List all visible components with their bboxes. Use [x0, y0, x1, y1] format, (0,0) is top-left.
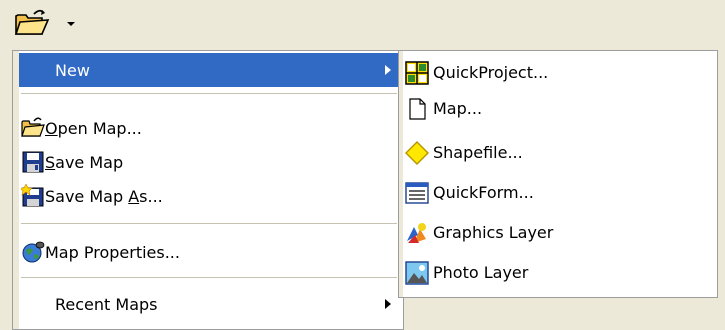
menu-separator [21, 223, 397, 224]
submenu-item-photo-layer[interactable]: Photo Layer [403, 255, 717, 291]
submenu-item-label: QuickProject... [433, 63, 549, 82]
new-submenu: QuickProject... Map... Shapefile... Quic… [398, 50, 718, 298]
file-menu: New Open Map... Save Map Save Map As... … [12, 50, 404, 330]
menu-separator [21, 277, 397, 278]
submenu-item-quickform[interactable]: QuickForm... [403, 175, 717, 211]
mnemonic: O [45, 119, 58, 138]
menu-item-save-map[interactable]: Save Map [19, 145, 403, 179]
dropdown-arrow-icon [67, 22, 75, 26]
open-folder-icon [14, 8, 56, 36]
submenu-arrow-icon [385, 299, 391, 309]
menu-item-new[interactable]: New [19, 53, 403, 87]
menu-item-save-map-as[interactable]: Save Map As... [19, 179, 403, 213]
mnemonic: S [45, 153, 56, 172]
form-window-icon [405, 181, 429, 205]
open-folder-icon [21, 116, 45, 140]
photo-layer-icon [405, 261, 429, 285]
submenu-arrow-icon [385, 65, 391, 75]
submenu-item-label: Map... [433, 99, 483, 118]
submenu-item-shapefile[interactable]: Shapefile... [403, 135, 717, 171]
blank-document-icon [405, 97, 429, 121]
open-dropdown-button[interactable] [58, 8, 84, 40]
menu-item-recent-maps-label: Recent Maps [55, 295, 158, 314]
menu-item-open-map[interactable]: Open Map... [19, 111, 403, 145]
submenu-item-label: Graphics Layer [433, 223, 554, 242]
globe-properties-icon [21, 240, 45, 264]
menu-item-new-label: New [55, 61, 90, 80]
menu-separator [21, 93, 397, 94]
submenu-item-label: Shapefile... [433, 143, 523, 162]
yellow-diamond-icon [405, 141, 429, 165]
open-map-toolbar-button[interactable] [14, 8, 56, 40]
submenu-item-label: QuickForm... [433, 183, 534, 202]
menu-item-map-properties-label: Map Properties... [45, 243, 180, 262]
submenu-item-label: Photo Layer [433, 263, 529, 282]
submenu-item-map[interactable]: Map... [403, 91, 717, 127]
mnemonic: A [128, 187, 140, 206]
menu-item-map-properties[interactable]: Map Properties... [19, 235, 403, 269]
submenu-item-quickproject[interactable]: QuickProject... [403, 55, 717, 91]
floppy-disk-icon [21, 150, 45, 174]
save-as-icon [21, 184, 45, 208]
menu-item-recent-maps[interactable]: Recent Maps [19, 287, 403, 321]
graphics-layer-icon [405, 221, 429, 245]
quickproject-icon [405, 61, 429, 85]
submenu-item-graphics-layer[interactable]: Graphics Layer [403, 215, 717, 251]
toolbar [0, 0, 725, 46]
